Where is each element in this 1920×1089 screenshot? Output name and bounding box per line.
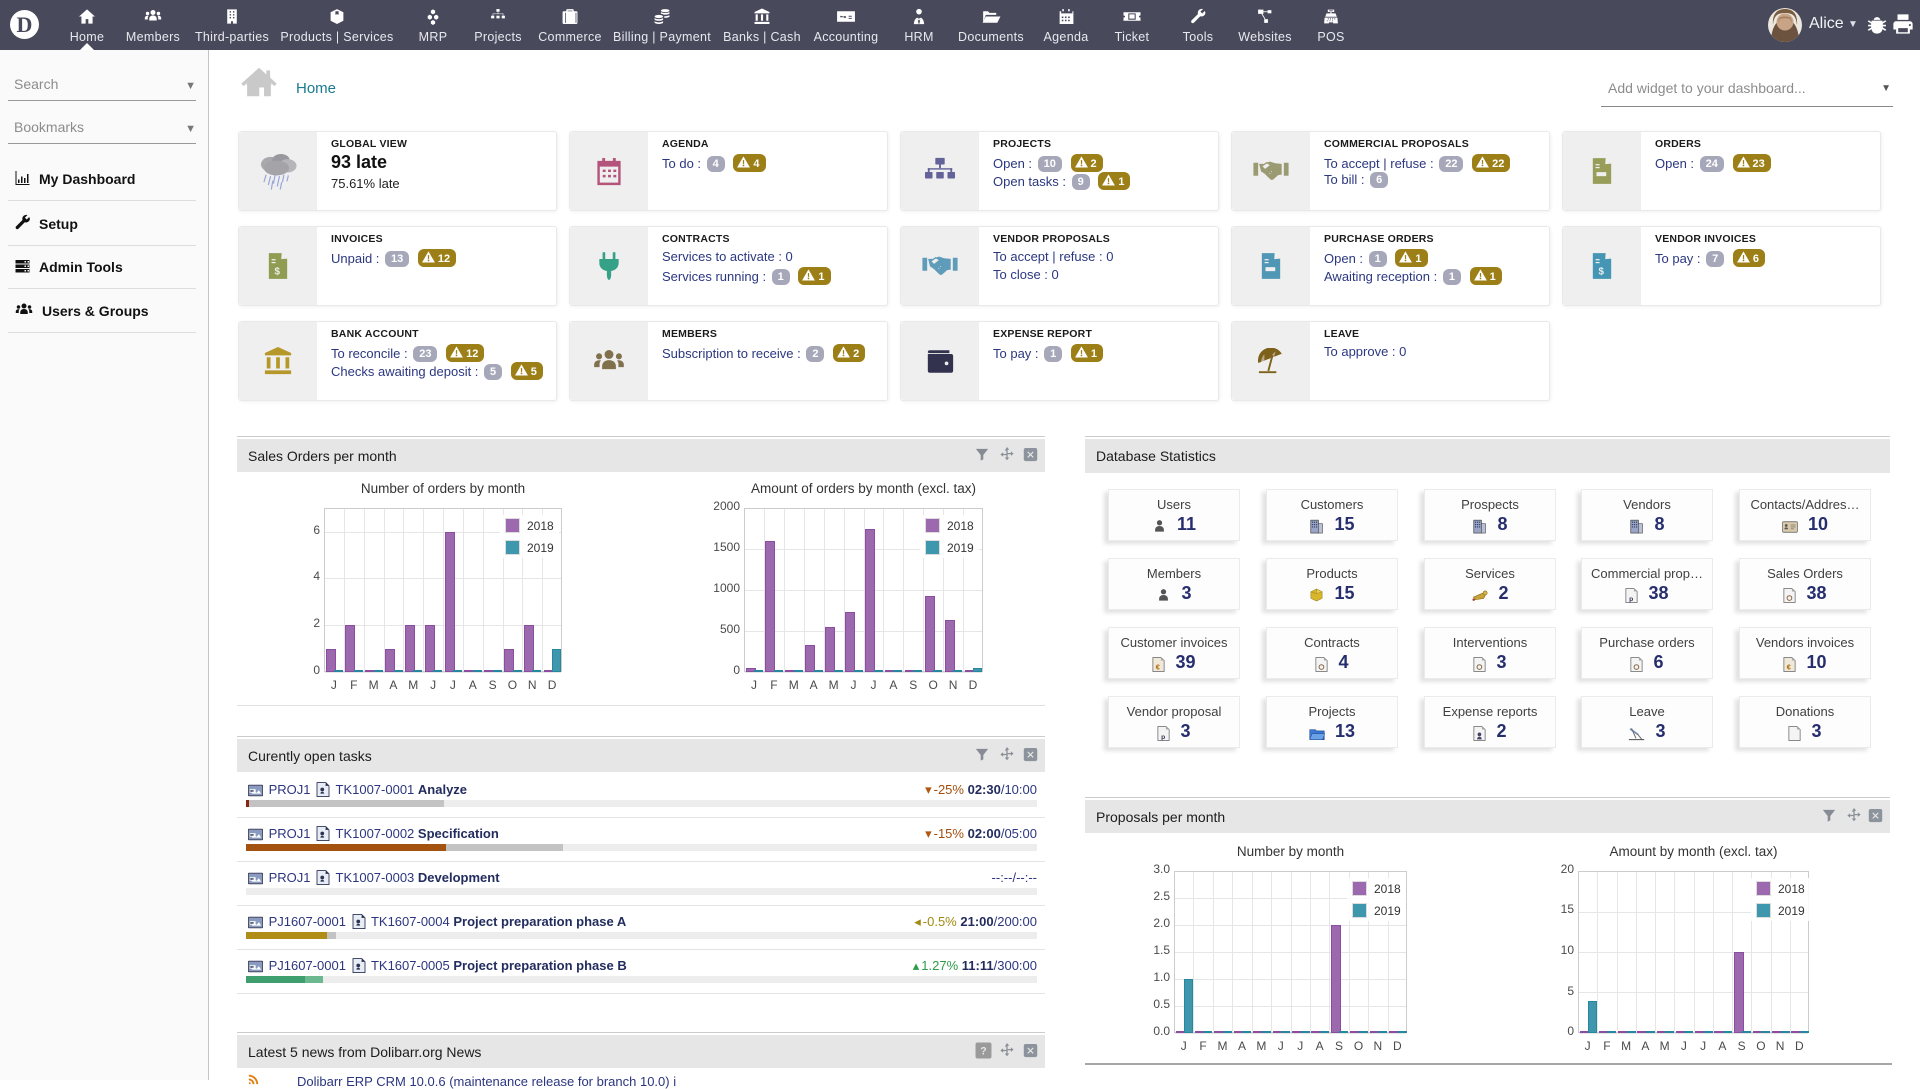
- svg-text:?: ?: [980, 1045, 986, 1057]
- svg-text:€: €: [1787, 663, 1791, 672]
- svg-text:p: p: [1630, 596, 1634, 603]
- svg-text:p: p: [1162, 734, 1166, 741]
- svg-text:$: $: [274, 267, 280, 278]
- svg-text:€: €: [1156, 663, 1160, 672]
- svg-text:$: $: [1598, 267, 1604, 278]
